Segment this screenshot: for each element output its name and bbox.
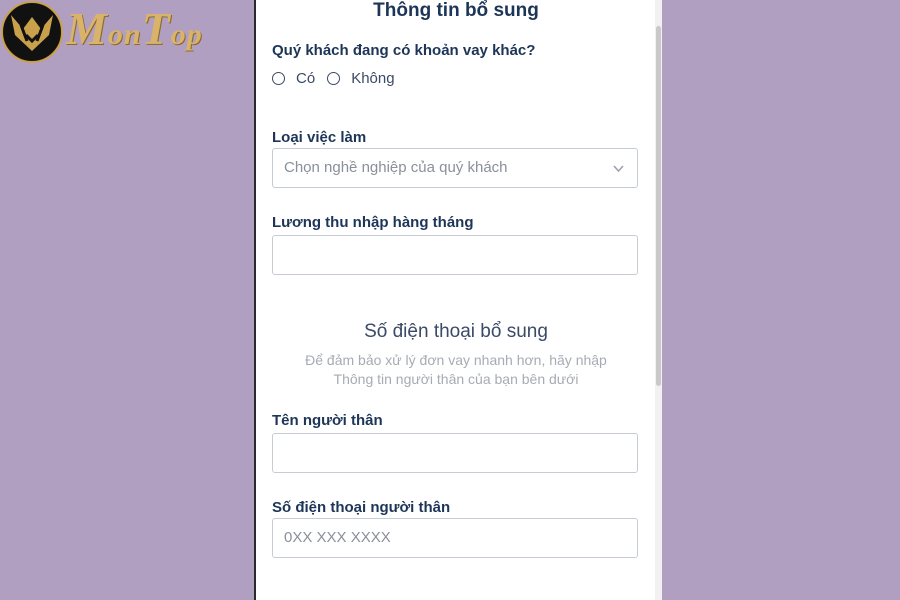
extra-phone-subtitle-line2: Thông tin người thân của bạn bên dưới [333, 371, 579, 387]
job-type-placeholder: Chọn nghề nghiệp của quý khách [284, 159, 508, 176]
radio-yes-label[interactable]: Có [296, 70, 315, 87]
relative-phone-placeholder: 0XX XXX XXXX [284, 529, 391, 546]
montop-logo: MonTop [0, 0, 240, 66]
extra-phone-subtitle-line1: Để đảm bảo xử lý đơn vay nhanh hơn, hãy … [305, 352, 607, 368]
relative-name-input[interactable] [272, 433, 638, 473]
relative-phone-label: Số điện thoại người thân [272, 499, 451, 516]
job-type-label: Loại việc làm [272, 129, 367, 146]
chevron-down-icon [613, 165, 624, 173]
income-input[interactable] [272, 235, 638, 275]
extra-phone-title: Số điện thoại bổ sung [364, 321, 548, 342]
radio-no[interactable] [327, 71, 341, 85]
income-label: Lương thu nhập hàng tháng [272, 214, 474, 231]
scrollbar-thumb[interactable] [656, 26, 661, 386]
radio-no-label[interactable]: Không [351, 70, 394, 87]
scrollbar[interactable] [655, 0, 662, 600]
form-title: Thông tin bổ sung [373, 0, 539, 21]
mask-emblem-icon [1, 1, 63, 63]
logo-wordmark: MonTop [66, 3, 203, 54]
radio-yes[interactable] [272, 71, 285, 85]
job-type-select[interactable]: Chọn nghề nghiệp của quý khách [272, 148, 638, 188]
other-loan-question: Quý khách đang có khoản vay khác? [272, 42, 536, 59]
other-loan-radio-group: Có Không [272, 69, 407, 87]
relative-phone-input[interactable]: 0XX XXX XXXX [272, 518, 638, 558]
relative-name-label: Tên người thân [272, 412, 383, 429]
